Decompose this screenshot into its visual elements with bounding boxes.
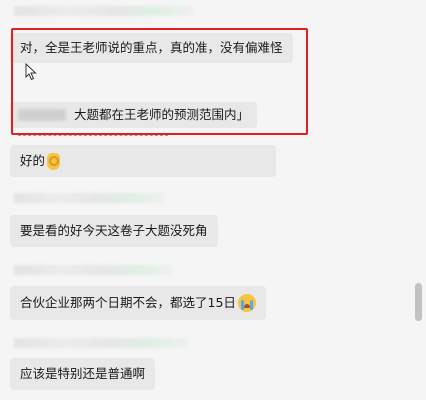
- crying-face-emoji-icon: [237, 294, 256, 312]
- scrollbar-track[interactable]: [412, 0, 426, 400]
- quoted-sender-blurred: [18, 109, 66, 121]
- message-bubble[interactable]: 要是看的好今天这卷子大题没死角: [10, 215, 218, 247]
- sender-name-blurred: [14, 6, 194, 16]
- sender-name-blurred: [14, 265, 174, 275]
- message-bubble[interactable]: 好的: [10, 145, 276, 177]
- quote-text: 大题都在王老师的预测范围内」: [74, 107, 250, 122]
- message-bubble[interactable]: 合伙企业那两个日期不会，都选了15日: [10, 286, 266, 320]
- message-text: 对，全是王老师说的重点，真的准，没有偏难怪: [20, 40, 283, 55]
- sender-name-blurred: [14, 193, 164, 203]
- message-text: 好的: [20, 153, 46, 168]
- chat-message-list[interactable]: 对，全是王老师说的重点，真的准，没有偏难怪 大题都在王老师的预测范围内」 好的 …: [0, 0, 412, 400]
- scrollbar-thumb[interactable]: [415, 283, 422, 321]
- message-bubble[interactable]: 应该是特别还是普通啊: [10, 358, 156, 390]
- ok-hand-emoji-icon: [47, 152, 61, 170]
- message-text: 要是看的好今天这卷子大题没死角: [20, 223, 208, 238]
- message-bubble[interactable]: 对，全是王老师说的重点，真的准，没有偏难怪: [10, 33, 293, 63]
- quote-divider: [18, 135, 168, 136]
- quoted-message[interactable]: 大题都在王老师的预测范围内」: [10, 102, 258, 128]
- message-text: 合伙企业那两个日期不会，都选了15日: [20, 295, 236, 310]
- message-text: 应该是特别还是普通啊: [20, 366, 146, 381]
- mouse-cursor-icon: [25, 63, 37, 81]
- sender-name-blurred: [14, 338, 189, 348]
